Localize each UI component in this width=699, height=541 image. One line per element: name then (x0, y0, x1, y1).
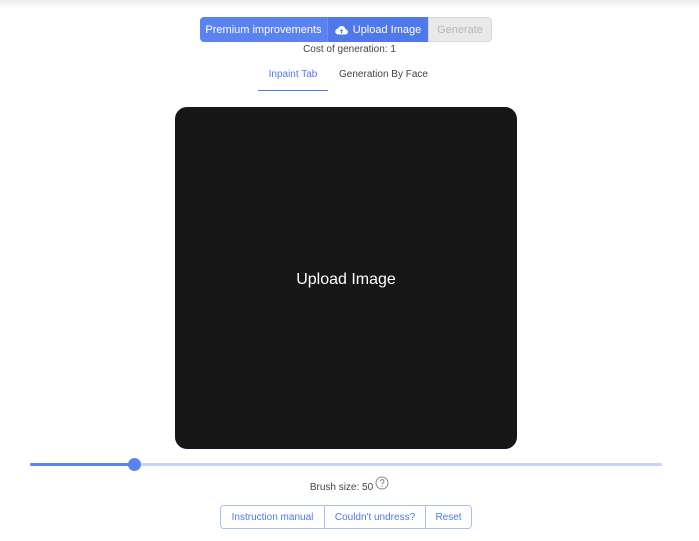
slider-fill (30, 463, 135, 466)
cloud-upload-icon (334, 25, 348, 35)
upload-image-button-label: Upload Image (352, 23, 422, 36)
couldnt-undress-button[interactable]: Couldn't undress? (324, 506, 425, 528)
footer-actions: Instruction manual Couldn't undress? Res… (220, 505, 472, 529)
slider-thumb[interactable] (128, 458, 142, 471)
top-bar-shadow (0, 0, 699, 8)
instruction-manual-button[interactable]: Instruction manual (221, 506, 324, 528)
reset-button[interactable]: Reset (425, 506, 471, 528)
image-upload-canvas[interactable]: Upload Image (175, 107, 517, 449)
upload-image-button[interactable]: Upload Image (327, 17, 428, 42)
question-circle-icon[interactable] (375, 476, 389, 490)
toolbar: Premium improvements Upload Image Genera… (200, 17, 492, 42)
generate-button[interactable]: Generate (428, 17, 492, 42)
brush-size-row: Brush size: 50 (0, 476, 699, 493)
brush-size-label: Brush size: 50 (309, 482, 374, 493)
tab-generation-by-face[interactable]: Generation By Face (330, 66, 437, 91)
premium-improvements-button[interactable]: Premium improvements (200, 17, 327, 42)
tab-inpaint[interactable]: Inpaint Tab (258, 66, 328, 91)
canvas-upload-label: Upload Image (296, 271, 396, 288)
generation-cost: Cost of generation: 1 (303, 44, 396, 55)
brush-size-slider[interactable] (30, 455, 662, 475)
mode-tabs: Inpaint Tab Generation By Face (258, 66, 437, 92)
